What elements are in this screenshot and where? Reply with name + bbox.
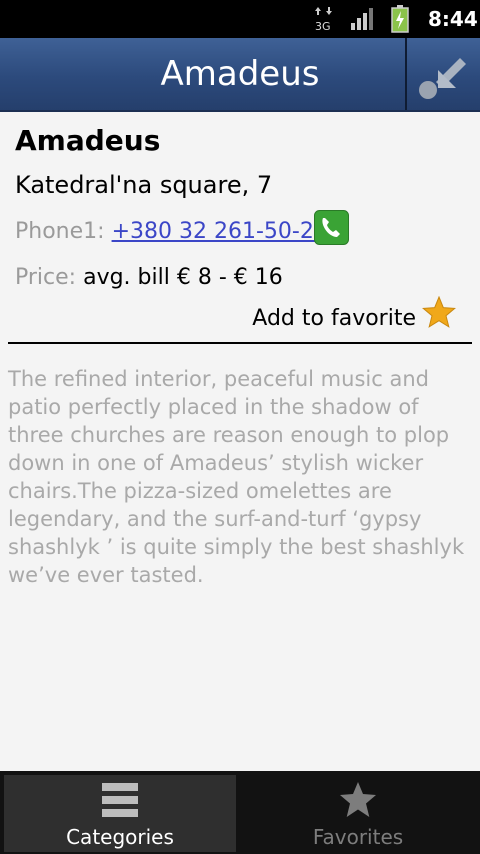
- tab-bar: Categories Favorites: [0, 771, 480, 854]
- star-icon: [340, 782, 376, 817]
- price-value: avg. bill € 8 - € 16: [83, 265, 283, 290]
- battery-charging-icon: [391, 5, 409, 33]
- place-description: The refined interior, peaceful music and…: [8, 367, 465, 587]
- price-label: Price:: [15, 265, 77, 290]
- signal-icon: [351, 8, 373, 30]
- back-button[interactable]: [408, 38, 480, 110]
- call-button[interactable]: [314, 210, 349, 245]
- phone-row: Phone1: +380 32 261-50-22: [15, 219, 328, 244]
- place-address: Katedral'na square, 7: [15, 171, 273, 199]
- phone-link[interactable]: +380 32 261-50-22: [112, 219, 328, 244]
- title-bar: Amadeus: [0, 38, 480, 112]
- clock: 8:44: [428, 7, 478, 31]
- title-divider: [405, 38, 407, 110]
- tab-favorites[interactable]: Favorites: [240, 775, 476, 852]
- add-to-favorite-label: Add to favorite: [252, 306, 416, 331]
- status-bar: 3G 8:44: [0, 0, 480, 38]
- tab-categories[interactable]: Categories: [4, 775, 236, 852]
- back-arrow-icon: [419, 58, 466, 99]
- 3g-data-icon: 3G: [315, 7, 332, 32]
- star-icon: [422, 296, 456, 328]
- divider-line: [8, 342, 472, 344]
- svg-text:3G: 3G: [315, 20, 331, 32]
- add-to-favorite-button[interactable]: Add to favorite: [236, 296, 456, 336]
- tab-categories-label: Categories: [66, 825, 174, 849]
- price-row: Price: avg. bill € 8 - € 16: [15, 265, 283, 290]
- phone-icon: [314, 210, 349, 245]
- place-name: Amadeus: [15, 124, 161, 157]
- tab-favorites-label: Favorites: [312, 825, 404, 849]
- phone-label: Phone1:: [15, 219, 105, 244]
- categories-icon: [102, 783, 138, 817]
